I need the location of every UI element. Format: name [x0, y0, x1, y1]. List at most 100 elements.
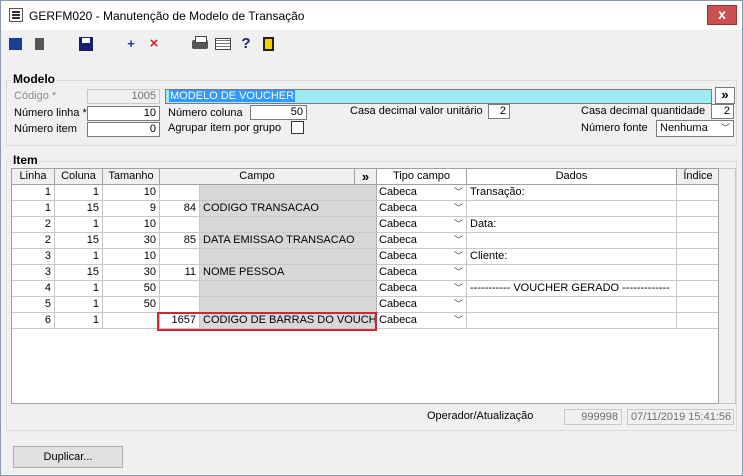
cell-coluna[interactable]: 15 — [55, 265, 103, 281]
cell-dados[interactable] — [467, 297, 677, 313]
chevron-down-icon[interactable]: ﹀ — [454, 201, 463, 216]
copy-view-button[interactable] — [29, 36, 47, 52]
cell-indice[interactable] — [677, 233, 718, 249]
cell-indice[interactable] — [677, 313, 718, 329]
cell-dados[interactable]: Transação: — [467, 185, 677, 201]
chevron-down-icon[interactable]: ﹀ — [454, 297, 463, 312]
close-button[interactable]: x — [707, 5, 737, 25]
cell-dados[interactable] — [467, 233, 677, 249]
cell-coluna[interactable]: 1 — [55, 313, 103, 329]
cell-tipo[interactable]: Cabeca ﹀ — [377, 249, 467, 265]
cell-coluna[interactable]: 15 — [55, 201, 103, 217]
vertical-scrollbar[interactable] — [719, 168, 736, 404]
cell-tamanho[interactable]: 30 — [103, 265, 160, 281]
numero-item-field[interactable]: 0 — [87, 122, 160, 137]
cell-dados[interactable] — [467, 201, 677, 217]
col-header-dados[interactable]: Dados — [467, 169, 677, 185]
cell-campo[interactable] — [200, 249, 377, 265]
add-button[interactable]: + — [122, 36, 140, 52]
cell-indice[interactable] — [677, 185, 718, 201]
chevron-down-icon[interactable]: ﹀ — [454, 265, 463, 280]
cell-indice[interactable] — [677, 201, 718, 217]
campo-expand-button[interactable]: » — [355, 169, 377, 185]
duplicar-button[interactable]: Duplicar... — [13, 446, 123, 468]
cell-linha[interactable]: 5 — [12, 297, 55, 313]
save-button[interactable] — [77, 36, 95, 52]
cell-campo[interactable] — [200, 217, 377, 233]
cell-cod[interactable]: 85 — [160, 233, 200, 249]
cell-campo[interactable] — [200, 297, 377, 313]
casa-quantidade-field[interactable]: 2 — [711, 104, 734, 119]
numero-linha-field[interactable]: 10 — [87, 106, 160, 121]
cell-coluna[interactable]: 1 — [55, 217, 103, 233]
cell-indice[interactable] — [677, 249, 718, 265]
cell-tipo[interactable]: Cabeca ﹀ — [377, 217, 467, 233]
cell-cod[interactable] — [160, 217, 200, 233]
cell-linha[interactable]: 2 — [12, 217, 55, 233]
numero-fonte-select[interactable]: Nenhuma ﹀ — [656, 120, 734, 137]
cell-linha[interactable]: 1 — [12, 201, 55, 217]
cell-campo[interactable]: NOME PESSOA — [200, 265, 377, 281]
cell-linha[interactable]: 1 — [12, 185, 55, 201]
cell-cod[interactable] — [160, 249, 200, 265]
cell-tipo[interactable]: Cabeca ﹀ — [377, 201, 467, 217]
grid-button[interactable] — [214, 36, 232, 52]
cell-campo[interactable]: CODIGO DE BARRAS DO VOUCHER — [200, 313, 377, 329]
cell-indice[interactable] — [677, 297, 718, 313]
cell-dados[interactable] — [467, 313, 677, 329]
cell-tamanho[interactable]: 10 — [103, 185, 160, 201]
cell-tamanho[interactable]: 30 — [103, 233, 160, 249]
cell-coluna[interactable]: 1 — [55, 281, 103, 297]
cell-tamanho[interactable]: 50 — [103, 297, 160, 313]
codigo-field[interactable]: 1005 — [87, 89, 160, 104]
col-header-tamanho[interactable]: Tamanho — [103, 169, 160, 185]
cell-tipo[interactable]: Cabeca ﹀ — [377, 265, 467, 281]
cell-tamanho[interactable]: 10 — [103, 249, 160, 265]
delete-button[interactable]: × — [145, 36, 163, 52]
chevron-down-icon[interactable]: ﹀ — [454, 249, 463, 264]
cell-coluna[interactable]: 1 — [55, 249, 103, 265]
cell-tipo[interactable]: Cabeca ﹀ — [377, 297, 467, 313]
cell-linha[interactable]: 3 — [12, 265, 55, 281]
cell-cod[interactable] — [160, 185, 200, 201]
cell-coluna[interactable]: 1 — [55, 297, 103, 313]
cell-campo[interactable] — [200, 185, 377, 201]
cell-tamanho[interactable]: 9 — [103, 201, 160, 217]
cell-cod[interactable]: 84 — [160, 201, 200, 217]
cell-tipo[interactable]: Cabeca ﹀ — [377, 281, 467, 297]
cell-linha[interactable]: 4 — [12, 281, 55, 297]
chevron-down-icon[interactable]: ﹀ — [454, 233, 463, 248]
split-view-button[interactable] — [7, 36, 25, 52]
cell-linha[interactable]: 6 — [12, 313, 55, 329]
chevron-down-icon[interactable]: ﹀ — [454, 185, 463, 200]
help-button[interactable]: ? — [237, 36, 255, 52]
cell-campo[interactable] — [200, 281, 377, 297]
cell-coluna[interactable]: 15 — [55, 233, 103, 249]
modelo-expand-button[interactable]: » — [715, 87, 735, 104]
cell-cod[interactable] — [160, 281, 200, 297]
casa-unitario-field[interactable]: 2 — [488, 104, 510, 119]
cell-dados[interactable]: Cliente: — [467, 249, 677, 265]
numero-coluna-field[interactable]: 50 — [250, 105, 307, 120]
chevron-down-icon[interactable]: ﹀ — [454, 281, 463, 296]
cell-tamanho[interactable]: 50 — [103, 281, 160, 297]
col-header-tipo[interactable]: Tipo campo — [377, 169, 467, 185]
agrupar-checkbox[interactable] — [291, 121, 304, 134]
chevron-down-icon[interactable]: ﹀ — [454, 217, 463, 232]
cell-tamanho[interactable] — [103, 313, 160, 329]
cell-campo[interactable]: DATA EMISSAO TRANSACAO — [200, 233, 377, 249]
cell-tipo[interactable]: Cabeca ﹀ — [377, 313, 467, 329]
cell-linha[interactable]: 2 — [12, 233, 55, 249]
cell-tamanho[interactable]: 10 — [103, 217, 160, 233]
cell-tipo[interactable]: Cabeca ﹀ — [377, 233, 467, 249]
cell-indice[interactable] — [677, 265, 718, 281]
cell-dados[interactable]: Data: — [467, 217, 677, 233]
col-header-indice[interactable]: Índice — [677, 169, 718, 185]
exit-button[interactable] — [260, 36, 278, 52]
cell-dados[interactable] — [467, 265, 677, 281]
print-button[interactable] — [191, 36, 209, 52]
cell-linha[interactable]: 3 — [12, 249, 55, 265]
col-header-coluna[interactable]: Coluna — [55, 169, 103, 185]
cell-tipo[interactable]: Cabeca ﹀ — [377, 185, 467, 201]
cell-campo[interactable]: CODIGO TRANSACAO — [200, 201, 377, 217]
